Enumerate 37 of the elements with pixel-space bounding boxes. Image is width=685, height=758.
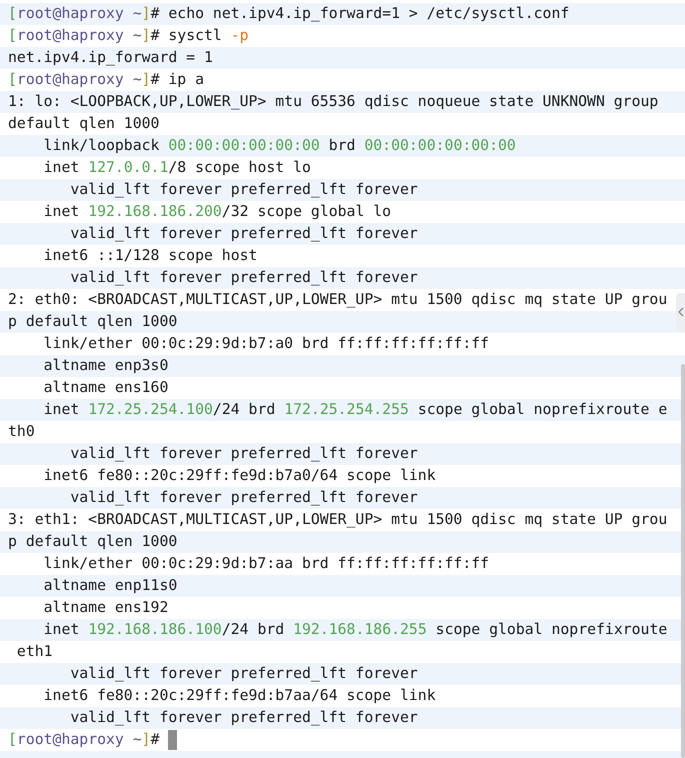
terminal-line: altname ens160 <box>42 378 168 398</box>
chevron-left-icon <box>678 307 684 317</box>
terminal-line: eth1 <box>16 642 53 662</box>
terminal-line: inet6 fe80::20c:29ff:fe9d:b7a0/64 scope link <box>42 466 436 486</box>
scrollbar[interactable] <box>681 364 685 758</box>
terminal-line: valid_lft forever preferred_lft forever <box>69 488 418 508</box>
terminal-line: p default qlen 1000 <box>8 532 178 552</box>
terminal-line: 2: eth0: <BROADCAST,MULTICAST,UP,LOWER_UP> mtu 1500 qdisc mq state UP grou <box>8 290 668 310</box>
terminal-line: inet 127.0.0.1/8 scope host lo <box>42 158 311 178</box>
terminal-line: inet 192.168.186.100/24 brd 192.168.186.255 scope global noprefixroute <box>42 620 668 640</box>
terminal-line: 3: eth1: <BROADCAST,MULTICAST,UP,LOWER_UP> mtu 1500 qdisc mq state UP grou <box>8 510 668 530</box>
terminal-line: altname ens192 <box>42 598 168 618</box>
terminal-line: inet6 fe80::20c:29ff:fe9d:b7aa/64 scope link <box>42 686 436 706</box>
terminal-line: inet 192.168.186.200/32 scope global lo <box>42 202 392 222</box>
terminal-line: inet 172.25.254.100/24 brd 172.25.254.255 scope global noprefixroute e <box>42 400 668 420</box>
terminal-line: valid_lft forever preferred_lft forever <box>69 224 418 244</box>
terminal-line: th0 <box>8 422 35 442</box>
terminal-line: valid_lft forever preferred_lft forever <box>69 664 418 684</box>
collapse-handle[interactable] <box>676 293 685 331</box>
terminal-line: net.ipv4.ip_forward = 1 <box>8 48 213 68</box>
terminal-line: link/ether 00:0c:29:9d:b7:aa brd ff:ff:ff:ff:ff:ff <box>42 554 490 574</box>
terminal-line: valid_lft forever preferred_lft forever <box>69 708 418 728</box>
terminal-line: [root@haproxy ~]# <box>8 730 160 750</box>
terminal-line: default qlen 1000 <box>8 114 160 134</box>
terminal-line: [root@haproxy ~]# ip a <box>8 70 204 90</box>
terminal-line: [root@haproxy ~]# echo net.ipv4.ip_forward=1 > /etc/sysctl.conf <box>8 4 570 24</box>
terminal-line: p default qlen 1000 <box>8 312 178 332</box>
terminal-line: valid_lft forever preferred_lft forever <box>69 180 418 200</box>
terminal-line: link/loopback 00:00:00:00:00:00 brd 00:00:00:00:00:00 <box>42 136 516 156</box>
terminal-line: valid_lft forever preferred_lft forever <box>69 444 418 464</box>
terminal-line: altname enp11s0 <box>42 576 178 596</box>
terminal-line: altname enp3s0 <box>42 356 168 376</box>
terminal-line: valid_lft forever preferred_lft forever <box>69 268 418 288</box>
terminal-line: link/ether 00:0c:29:9d:b7:a0 brd ff:ff:ff:ff:ff:ff <box>42 334 490 354</box>
terminal-line: 1: lo: <LOOPBACK,UP,LOWER_UP> mtu 65536 qdisc noqueue state UNKNOWN group <box>8 92 658 112</box>
terminal-line: inet6 ::1/128 scope host <box>42 246 258 266</box>
terminal-line: [root@haproxy ~]# sysctl -p <box>8 26 249 46</box>
